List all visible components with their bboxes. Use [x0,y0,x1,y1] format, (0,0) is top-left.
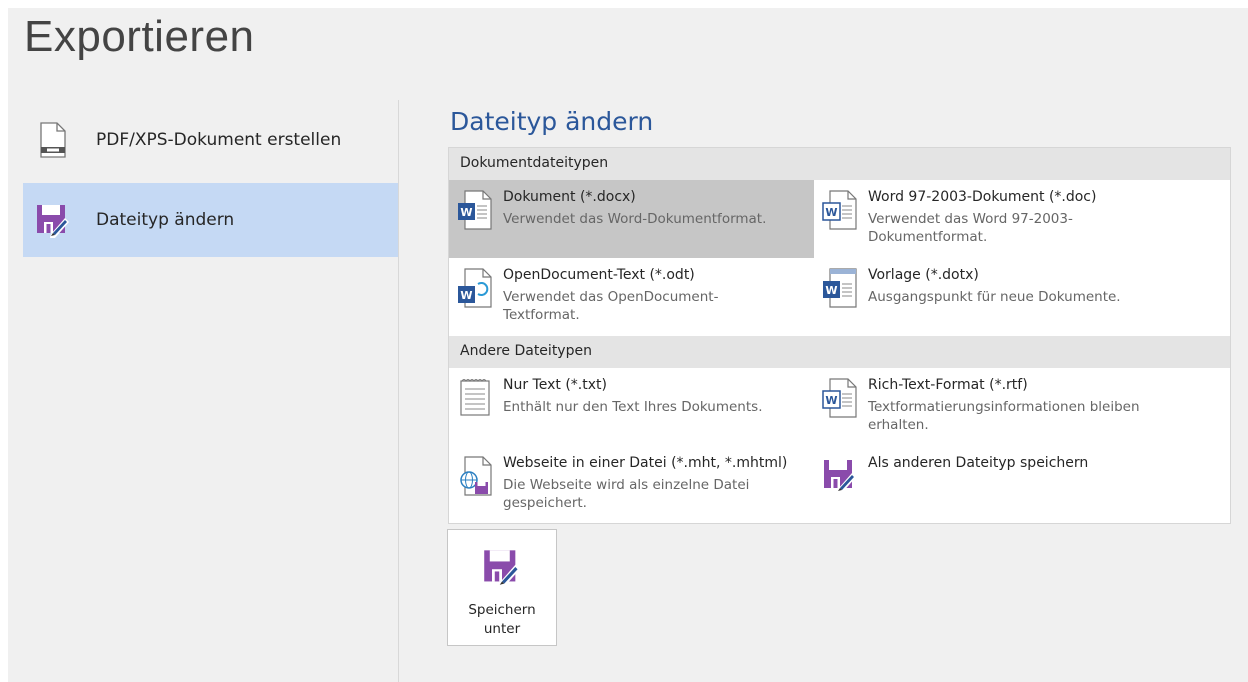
save-as-button-label: Speichern unter [468,602,536,637]
file-types-panel: Dokumentdateitypen W Dokument (*.docx) V… [448,147,1231,524]
tile-title: Als anderen Dateityp speichern [868,455,1089,471]
file-type-mht[interactable]: Webseite in einer Datei (*.mht, *.mhtml)… [449,446,814,524]
svg-text:W: W [460,289,472,302]
tile-title: OpenDocument-Text (*.odt) [503,267,695,283]
file-type-txt[interactable]: Nur Text (*.txt) Enthält nur den Text Ih… [449,368,814,446]
section-title: Dateityp ändern [450,107,654,136]
svg-text:W: W [460,206,472,219]
tile-description: Die Webseite wird als einzelne Datei ges… [503,477,750,511]
tile-description: Verwendet das OpenDocument- Textformat. [503,289,719,323]
vertical-divider [398,100,399,682]
save-as-icon [482,547,522,587]
nav-item-label: PDF/XPS-Dokument erstellen [96,130,342,150]
tile-title: Rich-Text-Format (*.rtf) [868,377,1028,393]
tile-description: Verwendet das Word 97-2003- Dokumentform… [868,211,1073,245]
word-doc-icon: W [822,190,858,230]
save-as-icon [822,456,858,496]
file-type-other[interactable]: Als anderen Dateityp speichern [814,446,1179,524]
tile-description: Enthält nur den Text Ihres Dokuments. [503,399,763,415]
file-type-rtf[interactable]: W Rich-Text-Format (*.rtf) Textformatier… [814,368,1179,446]
file-type-doc[interactable]: W Word 97-2003-Dokument (*.doc) Verwende… [814,180,1179,258]
word-docx-icon: W [457,190,493,230]
export-options-nav: PDF/XPS-Dokument erstellen Dateityp ände… [23,103,398,257]
tile-title: Webseite in einer Datei (*.mht, *.mhtml) [503,455,788,471]
save-as-button[interactable]: Speichern unter [447,529,557,646]
tile-description: Verwendet das Word-Dokumentformat. [503,211,767,227]
tile-title: Nur Text (*.txt) [503,377,607,393]
nav-item-create-pdf-xps[interactable]: PDF/XPS-Dokument erstellen [23,103,398,177]
svg-text:W: W [825,206,837,219]
web-page-icon [457,456,493,496]
tile-title: Dokument (*.docx) [503,189,636,205]
svg-text:W: W [825,394,837,407]
file-type-odt[interactable]: W OpenDocument-Text (*.odt) Verwendet da… [449,258,814,336]
group-header-document-types: Dokumentdateitypen [449,148,1230,180]
file-type-dotx[interactable]: W Vorlage (*.dotx) Ausgangspunkt für neu… [814,258,1179,336]
word-odt-icon: W [457,268,493,308]
file-type-docx[interactable]: W Dokument (*.docx) Verwendet das Word-D… [449,180,814,258]
tile-title: Word 97-2003-Dokument (*.doc) [868,189,1097,205]
plain-text-icon [457,378,493,418]
save-as-icon [35,200,71,240]
tile-description: Textformatierungsinformationen bleiben e… [868,399,1140,433]
pdf-document-icon [35,120,71,160]
tile-title: Vorlage (*.dotx) [868,267,979,283]
word-template-icon: W [822,268,858,308]
svg-text:W: W [825,284,837,297]
tile-description: Ausgangspunkt für neue Dokumente. [868,289,1121,305]
nav-item-change-file-type[interactable]: Dateityp ändern [23,183,398,257]
page-title: Exportieren [24,12,255,61]
nav-item-label: Dateityp ändern [96,210,235,230]
group-header-other-types: Andere Dateitypen [449,336,1230,368]
word-rtf-icon: W [822,378,858,418]
